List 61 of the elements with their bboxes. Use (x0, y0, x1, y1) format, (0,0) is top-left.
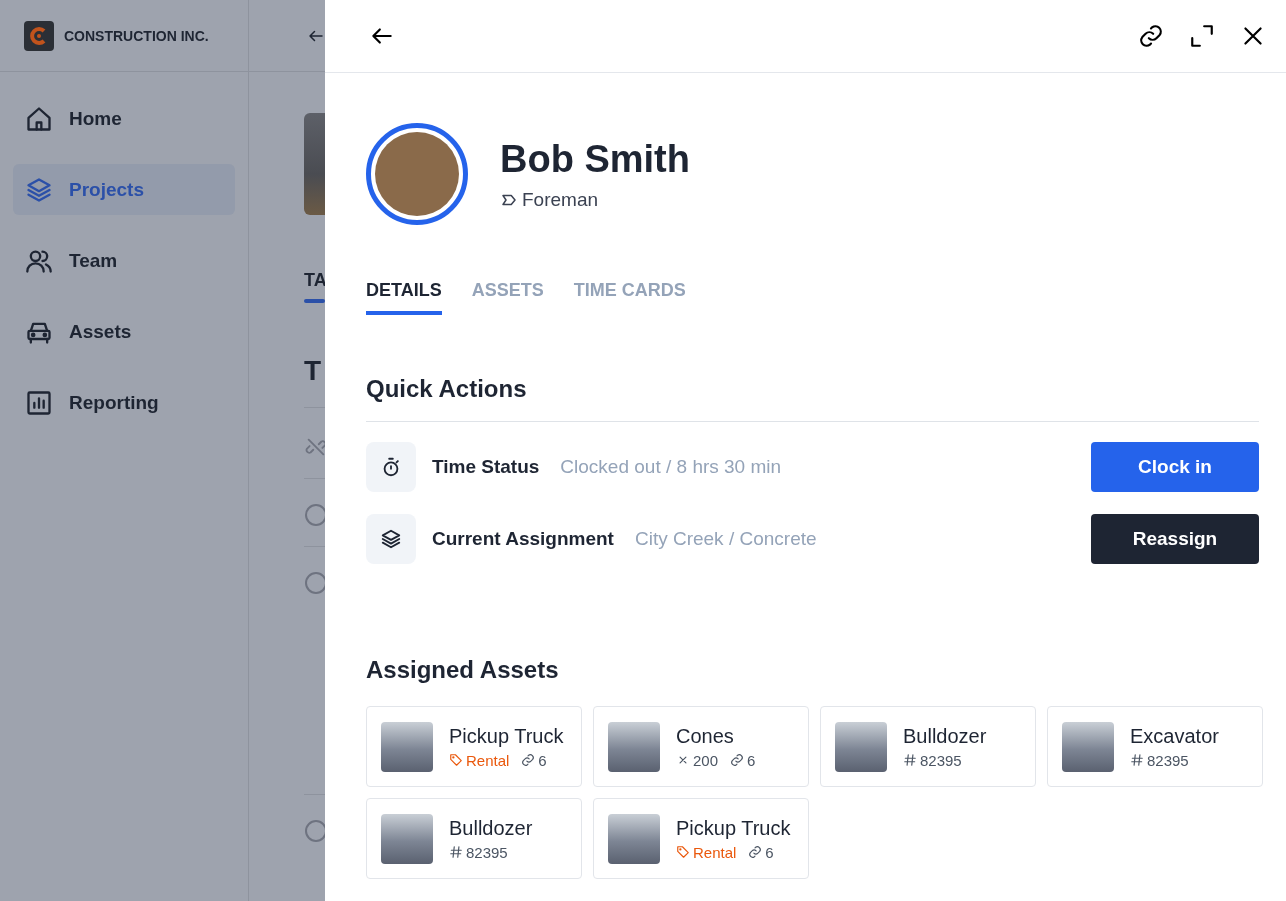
sidebar-item[interactable]: Assets (13, 306, 235, 357)
sidebar-item[interactable]: Reporting (13, 377, 235, 428)
asset-name: Pickup Truck (449, 724, 564, 748)
photo-placeholder (381, 721, 433, 772)
sidebar-item[interactable]: Team (13, 235, 235, 286)
link-icon (748, 845, 763, 859)
photo-placeholder (1062, 721, 1114, 772)
meta-value: 200 (693, 751, 719, 769)
tag-icon (449, 753, 463, 767)
section-title: Quick Actions (366, 375, 1259, 422)
brand-name: CONSTRUCTION INC. (64, 27, 209, 44)
meta-value: 82395 (466, 843, 508, 861)
hash-icon (449, 845, 463, 859)
asset-card[interactable]: Pickup Truck Rental 6 (593, 798, 809, 879)
field-value: Clocked out / 8 hrs 30 min (560, 456, 783, 478)
layers-icon (25, 175, 53, 204)
asset-card[interactable]: Cones 200 6 (593, 706, 809, 787)
section-title: Assigned Assets (366, 656, 560, 684)
person-name: Bob Smith (500, 137, 690, 181)
asset-name: Pickup Truck (676, 816, 791, 840)
asset-card[interactable]: Pickup Truck Rental 6 (366, 706, 582, 787)
photo-placeholder (608, 813, 660, 864)
field-label: Time Status (432, 456, 540, 478)
meta-value: 82395 (1147, 751, 1189, 769)
tag-icon (676, 845, 690, 859)
copy-link-button[interactable] (1138, 23, 1164, 49)
expand-button[interactable] (1189, 23, 1215, 49)
section-heading: T (304, 355, 323, 387)
hash-icon (903, 753, 917, 767)
asset-name: Bulldozer (903, 724, 987, 748)
photo-placeholder (835, 721, 887, 772)
logo-icon (24, 20, 54, 51)
field-value: City Creek / Concrete (634, 528, 818, 550)
meta-value: 6 (765, 843, 774, 861)
layers-icon (380, 528, 402, 550)
meta-value: 6 (747, 751, 756, 769)
tag-label: Rental (466, 751, 510, 769)
tag-label: Rental (693, 843, 737, 861)
role-label: Foreman (500, 188, 690, 211)
photo-placeholder (381, 813, 433, 864)
link-icon (730, 753, 745, 767)
home-icon (25, 104, 53, 133)
hash-icon (1130, 753, 1144, 767)
tab-underline (304, 299, 325, 303)
action-button[interactable]: Clock in (1091, 442, 1259, 492)
field-label: Current Assignment (432, 528, 614, 550)
meta-value: 6 (538, 751, 547, 769)
meta-value: 82395 (920, 751, 962, 769)
asset-card[interactable]: Bulldozer 82395 (366, 798, 582, 879)
bar-chart-icon (25, 388, 53, 417)
unlink-icon (305, 436, 325, 458)
photo-placeholder (608, 721, 660, 772)
asset-name: Bulldozer (449, 816, 533, 840)
action-button[interactable]: Reassign (1091, 514, 1259, 564)
link-icon (521, 753, 536, 767)
asset-card[interactable]: Excavator 82395 (1047, 706, 1263, 787)
tab[interactable]: DETAILS (366, 280, 442, 315)
asset-name: Cones (676, 724, 735, 748)
asset-name: Excavator (1130, 724, 1219, 748)
sidebar-item[interactable]: Home (13, 93, 235, 144)
asset-card[interactable]: Bulldozer 82395 (820, 706, 1036, 787)
